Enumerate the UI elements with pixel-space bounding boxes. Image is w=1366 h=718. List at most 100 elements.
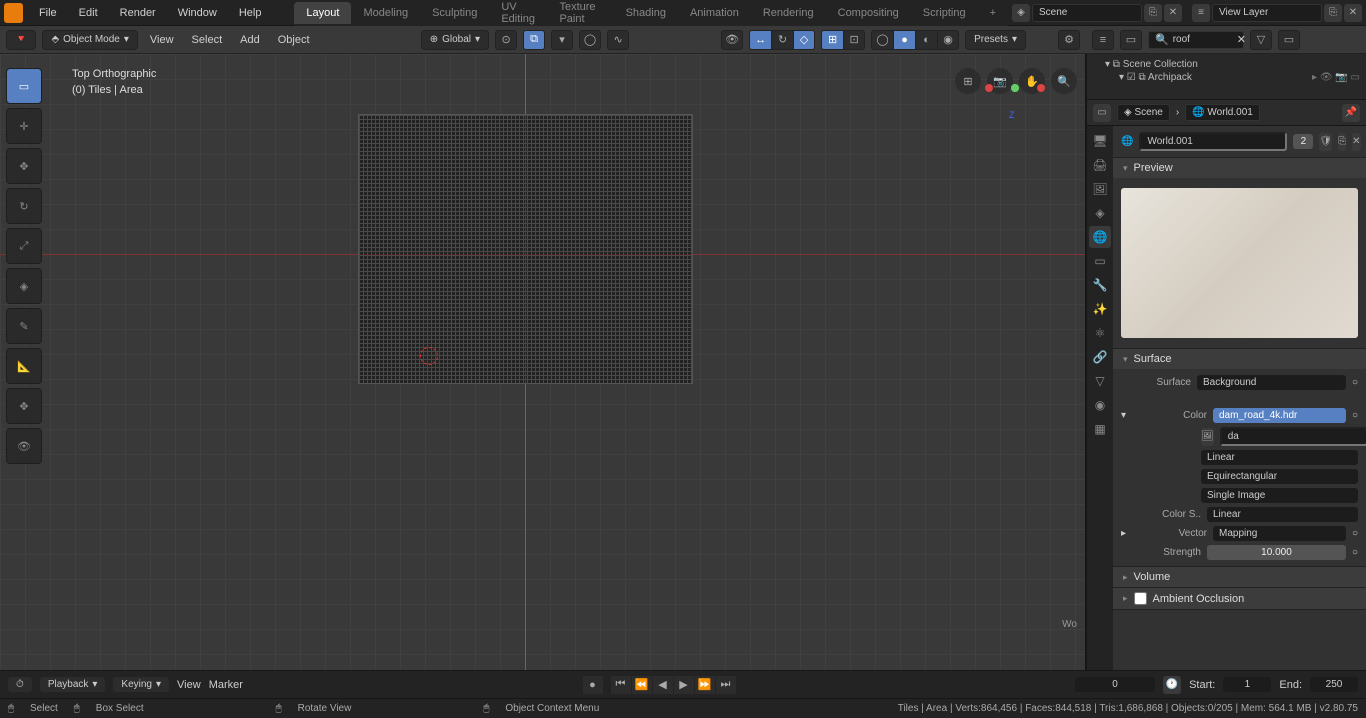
- outliner-search[interactable]: 🔍 ✕: [1148, 31, 1244, 49]
- menu-window[interactable]: Window: [168, 3, 227, 23]
- menu-edit[interactable]: Edit: [69, 3, 108, 23]
- expand-icon[interactable]: ▸: [1121, 528, 1131, 539]
- world-users-count[interactable]: 2: [1293, 134, 1313, 149]
- image-browse-icon[interactable]: 🖼: [1201, 428, 1214, 446]
- playback-dropdown[interactable]: Playback▾: [40, 677, 106, 692]
- axis-navigator[interactable]: Z: [985, 84, 1045, 144]
- editor-type-dropdown[interactable]: 🔻: [6, 30, 36, 50]
- menu-object[interactable]: Object: [272, 34, 316, 46]
- xray-toggle[interactable]: ⊡: [843, 30, 865, 50]
- tab-compositing[interactable]: Compositing: [826, 2, 911, 24]
- gizmo-grid-icon[interactable]: ⊞: [955, 68, 981, 94]
- ptab-physics[interactable]: ⚛: [1089, 322, 1111, 344]
- shading-solid-icon[interactable]: ●: [893, 30, 915, 50]
- timeline-view[interactable]: View: [177, 679, 201, 691]
- orientation-dropdown[interactable]: ⊕Global▾: [421, 30, 489, 50]
- options-icon[interactable]: ⚙: [1058, 30, 1080, 50]
- crumb-world[interactable]: 🌐 World.001: [1185, 104, 1260, 121]
- current-frame-field[interactable]: 0: [1075, 677, 1155, 692]
- gizmo-move-icon[interactable]: ↔: [749, 30, 771, 50]
- filter-icon[interactable]: ▽: [1250, 30, 1272, 50]
- source-dropdown[interactable]: Single Image: [1201, 488, 1358, 503]
- blender-logo-icon[interactable]: [4, 3, 23, 23]
- pivot-icon[interactable]: ⊙: [495, 30, 517, 50]
- timeline-marker[interactable]: Marker: [209, 679, 243, 691]
- image-name-field[interactable]: [1220, 427, 1366, 446]
- tool-cursor[interactable]: ✛: [6, 108, 42, 144]
- tool-transform[interactable]: ◈: [6, 268, 42, 304]
- color-image-field[interactable]: dam_road_4k.hdr: [1213, 408, 1346, 423]
- play-icon[interactable]: ▶: [674, 676, 694, 694]
- tab-shading[interactable]: Shading: [614, 2, 678, 24]
- outliner-panel[interactable]: ▾ ⧉ Scene Collection ▾ ☑ ⧉ Archipack ▸ 👁…: [1087, 54, 1366, 100]
- viewlayer-name-field[interactable]: [1212, 4, 1322, 22]
- surface-shader-dropdown[interactable]: Background: [1197, 375, 1346, 390]
- outliner-search-input[interactable]: [1173, 34, 1233, 45]
- projection-dropdown[interactable]: Equirectangular: [1201, 469, 1358, 484]
- proportional-dropdown[interactable]: ∿: [607, 30, 629, 50]
- jump-start-icon[interactable]: ⏮: [611, 676, 631, 694]
- shading-rendered-icon[interactable]: ◉: [937, 30, 959, 50]
- fake-user-icon[interactable]: 🛡: [1319, 133, 1332, 151]
- tool-scale[interactable]: ⤢: [6, 228, 42, 264]
- tab-rendering[interactable]: Rendering: [751, 2, 826, 24]
- menu-add[interactable]: Add: [234, 34, 266, 46]
- prev-key-icon[interactable]: ⏪: [632, 676, 652, 694]
- proportional-toggle[interactable]: ◯: [579, 30, 601, 50]
- tool-move[interactable]: ✥: [6, 148, 42, 184]
- tool-annotate[interactable]: ✎: [6, 308, 42, 344]
- tab-scripting[interactable]: Scripting: [911, 2, 978, 24]
- pin-icon[interactable]: 📌: [1342, 104, 1360, 122]
- snap-target-dropdown[interactable]: ▾: [551, 30, 573, 50]
- menu-view[interactable]: View: [144, 34, 180, 46]
- next-key-icon[interactable]: ⏩: [695, 676, 715, 694]
- ptab-scene[interactable]: ◈: [1089, 202, 1111, 224]
- menu-select[interactable]: Select: [186, 34, 229, 46]
- tool-extra2[interactable]: 👁: [6, 428, 42, 464]
- section-preview-header[interactable]: Preview: [1113, 158, 1366, 178]
- tool-measure[interactable]: 📐: [6, 348, 42, 384]
- menu-file[interactable]: File: [29, 3, 67, 23]
- scene-new-icon[interactable]: ⎘: [1144, 4, 1162, 22]
- viewlayer-new-icon[interactable]: ⎘: [1324, 4, 1342, 22]
- interpolation-dropdown[interactable]: Linear: [1201, 450, 1358, 465]
- menu-render[interactable]: Render: [110, 3, 166, 23]
- play-reverse-icon[interactable]: ◀: [653, 676, 673, 694]
- ptab-data[interactable]: ▽: [1089, 370, 1111, 392]
- gizmo-rotate-icon[interactable]: ↻: [771, 30, 793, 50]
- ptab-object[interactable]: ▭: [1089, 250, 1111, 272]
- overlay-toggle[interactable]: ⊞: [821, 30, 843, 50]
- unlink-world-icon[interactable]: ✕: [1352, 133, 1360, 151]
- jump-end-icon[interactable]: ⏭: [716, 676, 736, 694]
- scene-name-field[interactable]: [1032, 4, 1142, 22]
- ptab-render[interactable]: 🖥: [1089, 130, 1111, 152]
- crumb-scene[interactable]: ◈ Scene: [1117, 104, 1170, 121]
- section-surface-header[interactable]: Surface: [1113, 349, 1366, 369]
- keying-dropdown[interactable]: Keying▾: [113, 677, 169, 692]
- ptab-world[interactable]: 🌐: [1089, 226, 1111, 248]
- section-ao-header[interactable]: Ambient Occlusion: [1113, 588, 1366, 609]
- ptab-viewlayer[interactable]: 🖼: [1089, 178, 1111, 200]
- tab-sculpting[interactable]: Sculpting: [420, 2, 489, 24]
- gizmo-zoom-icon[interactable]: 🔍: [1051, 68, 1077, 94]
- tool-rotate[interactable]: ↻: [6, 188, 42, 224]
- viewlayer-delete-icon[interactable]: ✕: [1344, 4, 1362, 22]
- 3d-viewport[interactable]: Top Orthographic (0) Tiles | Area ▭ ✛ ✥ …: [0, 54, 1086, 670]
- presets-dropdown[interactable]: Presets▾: [965, 30, 1026, 50]
- outliner-scene-collection[interactable]: ▾ ⧉ Scene Collection: [1093, 58, 1360, 71]
- ptab-material[interactable]: ◉: [1089, 394, 1111, 416]
- ptab-particle[interactable]: ✨: [1089, 298, 1111, 320]
- time-icon[interactable]: 🕐: [1163, 676, 1181, 694]
- shading-wire-icon[interactable]: ◯: [871, 30, 893, 50]
- start-frame-field[interactable]: 1: [1223, 677, 1271, 692]
- new-collection-icon[interactable]: ▭: [1278, 30, 1300, 50]
- ptab-modifier[interactable]: 🔧: [1089, 274, 1111, 296]
- new-world-icon[interactable]: ⎘: [1338, 133, 1346, 151]
- ptab-constraint[interactable]: 🔗: [1089, 346, 1111, 368]
- scene-icon[interactable]: ◈: [1012, 4, 1030, 22]
- ptab-texture[interactable]: ▦: [1089, 418, 1111, 440]
- tool-extra1[interactable]: ✥: [6, 388, 42, 424]
- expand-icon[interactable]: ▾: [1121, 410, 1131, 421]
- strength-field[interactable]: 10.000: [1207, 545, 1346, 560]
- ao-checkbox[interactable]: [1134, 592, 1147, 605]
